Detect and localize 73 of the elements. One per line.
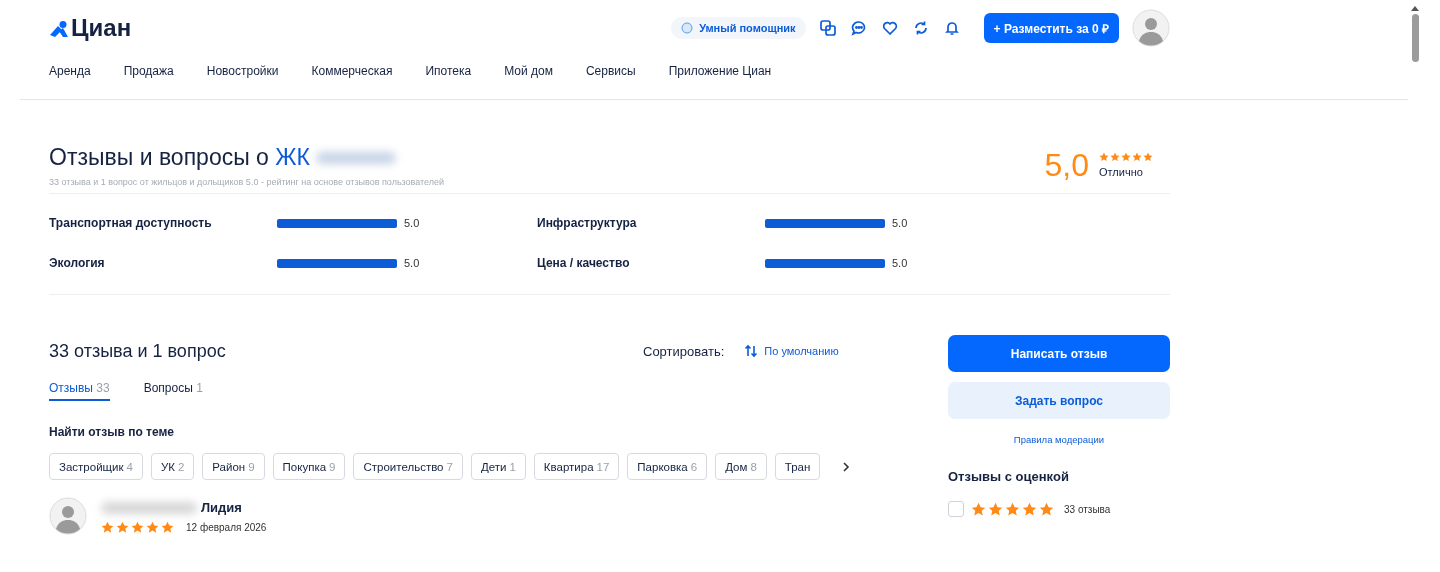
criterion-label: Инфраструктура bbox=[537, 216, 638, 230]
tab[interactable]: Вопросы 1 bbox=[143, 381, 203, 401]
assistant-button[interactable]: Умный помощник bbox=[671, 17, 806, 39]
nav-link[interactable]: Ипотека bbox=[425, 64, 472, 90]
star-icon bbox=[146, 521, 159, 534]
criterion-label: Транспортная доступность bbox=[49, 216, 213, 230]
nav-link[interactable]: Мой дом bbox=[504, 64, 553, 90]
star-icon bbox=[161, 521, 174, 534]
scroll-up-icon[interactable] bbox=[1411, 6, 1419, 11]
post-ad-button[interactable]: + Разместить за 0 ₽ bbox=[983, 13, 1119, 43]
nav-link[interactable]: Новостройки bbox=[206, 64, 279, 90]
author-name: Лидия bbox=[201, 500, 242, 515]
criterion-score: 5.0 bbox=[892, 217, 908, 229]
bell-icon[interactable] bbox=[943, 20, 960, 36]
ask-question-button[interactable]: Задать вопрос bbox=[948, 382, 1170, 419]
topic-chip[interactable]: Тран bbox=[774, 453, 821, 480]
review-date: 12 февраля 2026 bbox=[186, 522, 267, 533]
star-icon bbox=[1110, 152, 1120, 162]
chat-icon[interactable] bbox=[850, 20, 867, 36]
nav-link[interactable]: Сервисы bbox=[585, 64, 636, 90]
star-icon bbox=[1039, 501, 1054, 517]
heart-icon[interactable] bbox=[881, 20, 898, 36]
criterion-score: 5.0 bbox=[404, 257, 420, 269]
star-icon bbox=[1143, 152, 1153, 162]
nav-link[interactable]: Аренда bbox=[49, 64, 91, 90]
logo[interactable]: Циан bbox=[49, 16, 132, 40]
moderation-rules-link[interactable]: Правила модерации bbox=[1013, 434, 1105, 445]
star-icon bbox=[131, 521, 144, 534]
logo-icon bbox=[49, 20, 69, 40]
chevron-right-icon bbox=[842, 461, 850, 472]
checkbox[interactable] bbox=[948, 501, 964, 517]
avatar-icon bbox=[49, 497, 87, 535]
write-review-button[interactable]: Написать отзыв bbox=[948, 335, 1170, 372]
nav-link[interactable]: Приложение Циан bbox=[668, 64, 772, 90]
topic-chip[interactable]: Строительство 7 bbox=[353, 453, 463, 480]
refresh-icon[interactable] bbox=[912, 20, 929, 36]
sort-icon bbox=[744, 344, 759, 358]
filter-heading: Отзывы с оценкой bbox=[948, 469, 1070, 484]
compare-icon[interactable] bbox=[819, 20, 836, 36]
subtitle: 33 отзыва и 1 вопрос от жильцов и дольщиков 5.0 - рейтинг на основе отзывов пользователей bbox=[49, 177, 445, 187]
star-icon bbox=[1022, 501, 1037, 517]
topic-chip[interactable]: Район 9 bbox=[202, 453, 265, 480]
star-icon bbox=[101, 521, 114, 534]
reviews-heading: 33 отзыва и 1 вопрос bbox=[49, 340, 227, 362]
criterion-label: Экология bbox=[49, 256, 106, 270]
topic-chip[interactable]: Покупка 9 bbox=[272, 453, 346, 480]
criterion-score: 5.0 bbox=[892, 257, 908, 269]
rating-score: 5,0 bbox=[1044, 150, 1089, 185]
tab[interactable]: Отзывы 33 bbox=[49, 381, 110, 401]
sort-dropdown[interactable]: По умолчанию bbox=[744, 344, 839, 358]
topic-heading: Найти отзыв по теме bbox=[49, 425, 175, 439]
star-icon bbox=[1099, 152, 1109, 162]
star-icon bbox=[116, 521, 129, 534]
nav-link[interactable]: Коммерческая bbox=[311, 64, 393, 90]
avatar-icon[interactable] bbox=[1132, 9, 1170, 47]
star-icon bbox=[971, 501, 986, 517]
topic-chip[interactable]: Застройщик 4 bbox=[49, 453, 143, 480]
rating-verdict: Отлично bbox=[1099, 166, 1144, 178]
criterion-label: Цена / качество bbox=[537, 256, 631, 270]
criterion-score: 5.0 bbox=[404, 217, 420, 229]
review-count: 33 отзыва bbox=[1064, 503, 1111, 515]
topic-chip[interactable]: Дети 1 bbox=[470, 453, 526, 480]
nav-link[interactable]: Продажа bbox=[123, 64, 174, 90]
topic-chip[interactable]: Парковка 6 bbox=[627, 453, 708, 480]
star-icon bbox=[988, 501, 1003, 517]
star-icon bbox=[1132, 152, 1142, 162]
page-title: Отзывы и вопросы о ЖК bbox=[49, 144, 310, 171]
topic-chip[interactable]: Дом 8 bbox=[715, 453, 767, 480]
topic-chip[interactable]: Квартира 17 bbox=[533, 453, 620, 480]
sort-label: Сортировать: bbox=[643, 343, 725, 359]
topic-chip[interactable]: УК 2 bbox=[150, 453, 195, 480]
star-icon bbox=[1005, 501, 1020, 517]
star-icon bbox=[1121, 152, 1131, 162]
